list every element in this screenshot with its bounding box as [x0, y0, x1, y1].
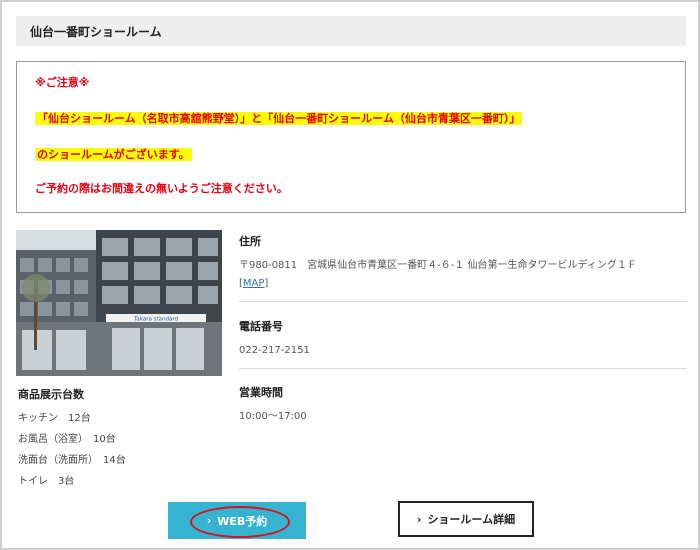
showroom-detail-label: ショールーム詳細 [427, 513, 516, 526]
notice-heading: ※ご注意※ [35, 76, 90, 89]
notice-line-2: のショールームがございます。 [35, 146, 192, 163]
showroom-card: 仙台一番町ショールーム ※ご注意※ 「仙台ショールーム（名取市高舘熊野堂）」と「… [0, 0, 700, 550]
phone-section: 電話番号 022-217-2151 [239, 318, 687, 360]
notice-line-3: ご予約の際はお間違えの無いようご注意ください。 [35, 182, 288, 195]
address-value: 〒980-0811 宮城県仙台市青葉区一番町４-６-１ 仙台第一生命タワービルデ… [239, 257, 687, 293]
display-count-item: キッチン 12台 [18, 413, 91, 424]
display-counts-title: 商品展示台数 [18, 388, 84, 401]
address-label: 住所 [239, 235, 261, 248]
header-bar: 仙台一番町ショールーム [16, 16, 686, 46]
address-text: 〒980-0811 宮城県仙台市青葉区一番町４-６-１ 仙台第一生命タワービルデ… [239, 260, 637, 271]
notice-line-1-text: 「仙台ショールーム（名取市高舘熊野堂）」と「仙台一番町ショールーム（仙台市青葉区… [35, 112, 523, 125]
notice-line-2-text: のショールームがございます。 [35, 148, 192, 161]
display-count-item: トイレ 3台 [18, 476, 75, 487]
display-count-item: 洗面台（洗面所） 14台 [18, 455, 126, 466]
notice-box: ※ご注意※ 「仙台ショールーム（名取市高舘熊野堂）」と「仙台一番町ショールーム（… [16, 61, 686, 213]
hours-value: 10:00〜17:00 [239, 411, 307, 422]
phone-label: 電話番号 [239, 320, 283, 333]
display-count-item: お風呂（浴室） 10台 [18, 434, 116, 445]
notice-line-1: 「仙台ショールーム（名取市高舘熊野堂）」と「仙台一番町ショールーム（仙台市青葉区… [35, 110, 523, 127]
building-sign-text: Takara standard [133, 317, 178, 323]
divider [239, 301, 687, 302]
address-section: 住所 〒980-0811 宮城県仙台市青葉区一番町４-６-１ 仙台第一生命タワー… [239, 233, 687, 293]
hours-section: 営業時間 10:00〜17:00 [239, 384, 687, 426]
display-counts: 商品展示台数 キッチン 12台 お風呂（浴室） 10台 洗面台（洗面所） 14台… [18, 386, 218, 492]
page-title: 仙台一番町ショールーム [30, 25, 162, 39]
hours-label: 営業時間 [239, 386, 283, 399]
chevron-right-icon: › [416, 512, 422, 526]
phone-value: 022-217-2151 [239, 345, 310, 356]
showroom-detail-button[interactable]: › ショールーム詳細 [398, 501, 534, 537]
annotation-circle [190, 506, 290, 538]
map-bracket-close: ] [264, 278, 269, 289]
showroom-building-image: Takara standard [16, 230, 222, 376]
showroom-photo: Takara standard [16, 230, 222, 376]
map-link[interactable]: MAP [243, 278, 265, 289]
divider [239, 368, 687, 369]
